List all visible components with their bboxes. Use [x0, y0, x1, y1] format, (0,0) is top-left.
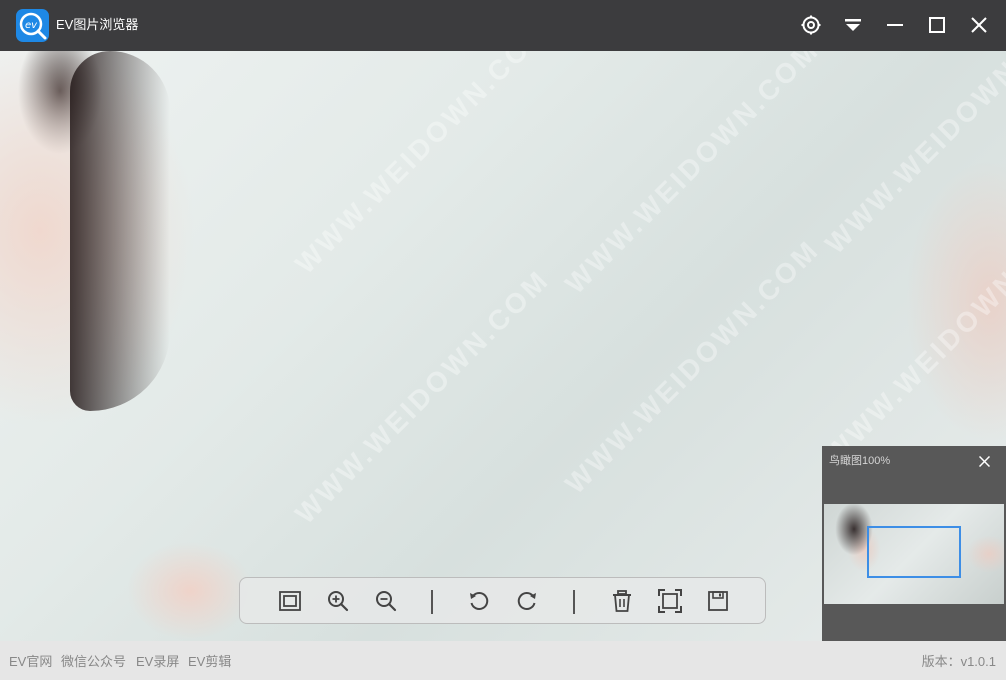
fit-window-button[interactable] [278, 589, 302, 613]
fullscreen-icon [658, 589, 682, 613]
watermark: WWW.WEIDOWN.COM [819, 51, 1006, 260]
overview-title: 鸟瞰图100% [829, 455, 891, 467]
minimize-button[interactable] [880, 10, 910, 40]
watermark: WWW.WEIDOWN.COM [289, 51, 556, 280]
toolbar-divider [431, 590, 433, 614]
image-toolbar [239, 577, 766, 624]
app-title: EV图片浏览器 [56, 17, 139, 32]
zoom-in-icon [328, 591, 349, 612]
save-button[interactable] [706, 589, 730, 613]
delete-button[interactable] [610, 589, 634, 613]
minimize-icon [887, 24, 903, 26]
overview-panel: 鸟瞰图100% [822, 446, 1006, 641]
rotate-left-button[interactable] [467, 589, 491, 613]
watermark: WWW.WEIDOWN.COM [289, 263, 556, 530]
rotate-left-icon [470, 592, 489, 610]
status-bar: EV官网 微信公众号 EV录屏 EV剪辑 版本：v1.0.1 [0, 641, 1006, 680]
zoom-out-icon [376, 591, 397, 612]
settings-icon [801, 15, 821, 35]
title-bar: ev EV图片浏览器 [0, 0, 1006, 51]
settings-button[interactable] [796, 10, 826, 40]
fullscreen-button[interactable] [658, 589, 682, 613]
photo-region [70, 51, 170, 411]
footer-link-ev-recorder[interactable]: EV录屏 [136, 654, 179, 669]
rotate-right-button[interactable] [515, 589, 539, 613]
zoom-in-button[interactable] [326, 589, 350, 613]
zoom-out-button[interactable] [374, 589, 398, 613]
overview-viewport-frame[interactable] [867, 526, 961, 578]
close-icon [971, 17, 987, 33]
close-icon [978, 455, 990, 467]
rotate-right-icon [517, 592, 536, 610]
version-label: 版本：v1.0.1 [921, 654, 996, 669]
footer-link-ev-editor[interactable]: EV剪辑 [188, 654, 231, 669]
app-logo-icon: ev [16, 9, 49, 42]
close-button[interactable] [964, 10, 994, 40]
app-logo-text: ev [25, 20, 38, 31]
menu-dropdown-button[interactable] [838, 10, 868, 40]
overview-thumbnail[interactable] [824, 504, 1004, 604]
save-icon [708, 591, 728, 611]
overview-close-button[interactable] [974, 451, 994, 471]
footer-link-ev-website[interactable]: EV官网 [9, 654, 52, 669]
fit-window-icon [279, 591, 301, 611]
footer-link-wechat[interactable]: 微信公众号 [61, 654, 126, 669]
maximize-button[interactable] [922, 10, 952, 40]
toolbar-divider [573, 590, 575, 614]
delete-icon [613, 590, 631, 612]
dropdown-icon [845, 19, 861, 31]
maximize-icon [929, 17, 945, 33]
